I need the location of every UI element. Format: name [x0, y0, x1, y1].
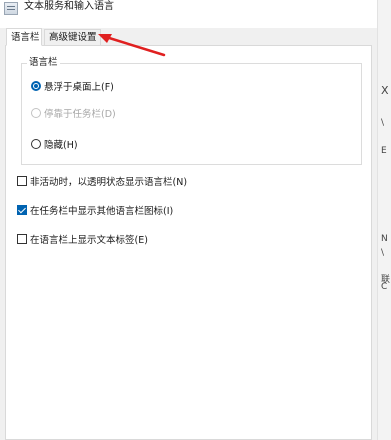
- background-glyph: E: [381, 146, 387, 156]
- groupbox-legend: 语言栏: [27, 56, 60, 69]
- radio-hidden[interactable]: 隐藏(H): [31, 137, 78, 151]
- checkbox-label: 非活动时，以透明状态显示语言栏(N): [30, 177, 188, 188]
- background-glyph: X: [381, 84, 389, 97]
- checkbox-show-other-icons-in-taskbar[interactable]: 在任务栏中显示其他语言栏图标(I): [17, 203, 173, 217]
- annotation-arrow-icon: [98, 34, 166, 57]
- title-bar: 文本服务和输入语言: [0, 0, 372, 22]
- background-glyph: C: [381, 282, 388, 292]
- background-glyph: N: [381, 234, 388, 244]
- tab-advanced-key-settings[interactable]: 高级键设置: [44, 29, 101, 45]
- background-glyph: \: [381, 118, 385, 128]
- checkbox-transparent-when-inactive[interactable]: 非活动时，以透明状态显示语言栏(N): [17, 174, 187, 188]
- radio-button[interactable]: [31, 139, 41, 149]
- background-window-edge: X \ E N \ 联 C: [377, 0, 391, 440]
- radio-label: 悬浮于桌面上(F): [44, 82, 114, 93]
- checkbox-label: 在任务栏中显示其他语言栏图标(I): [30, 206, 174, 217]
- radio-label: 停靠于任务栏(D): [44, 109, 116, 120]
- radio-label: 隐藏(H): [44, 140, 78, 151]
- app-window-icon: [4, 2, 18, 15]
- radio-button[interactable]: [31, 81, 41, 91]
- checkbox-show-text-labels[interactable]: 在语言栏上显示文本标签(E): [17, 232, 148, 246]
- checkbox-box[interactable]: [17, 205, 27, 215]
- background-glyph: \: [381, 248, 385, 258]
- radio-float-on-desktop[interactable]: 悬浮于桌面上(F): [31, 79, 114, 93]
- checkbox-box[interactable]: [17, 176, 27, 186]
- window-title: 文本服务和输入语言: [24, 1, 114, 12]
- radio-dock-in-taskbar: 停靠于任务栏(D): [31, 106, 116, 120]
- checkbox-label: 在语言栏上显示文本标签(E): [30, 235, 148, 246]
- radio-button: [31, 108, 41, 118]
- tab-language-bar[interactable]: 语言栏: [6, 28, 42, 46]
- checkbox-box[interactable]: [17, 234, 27, 244]
